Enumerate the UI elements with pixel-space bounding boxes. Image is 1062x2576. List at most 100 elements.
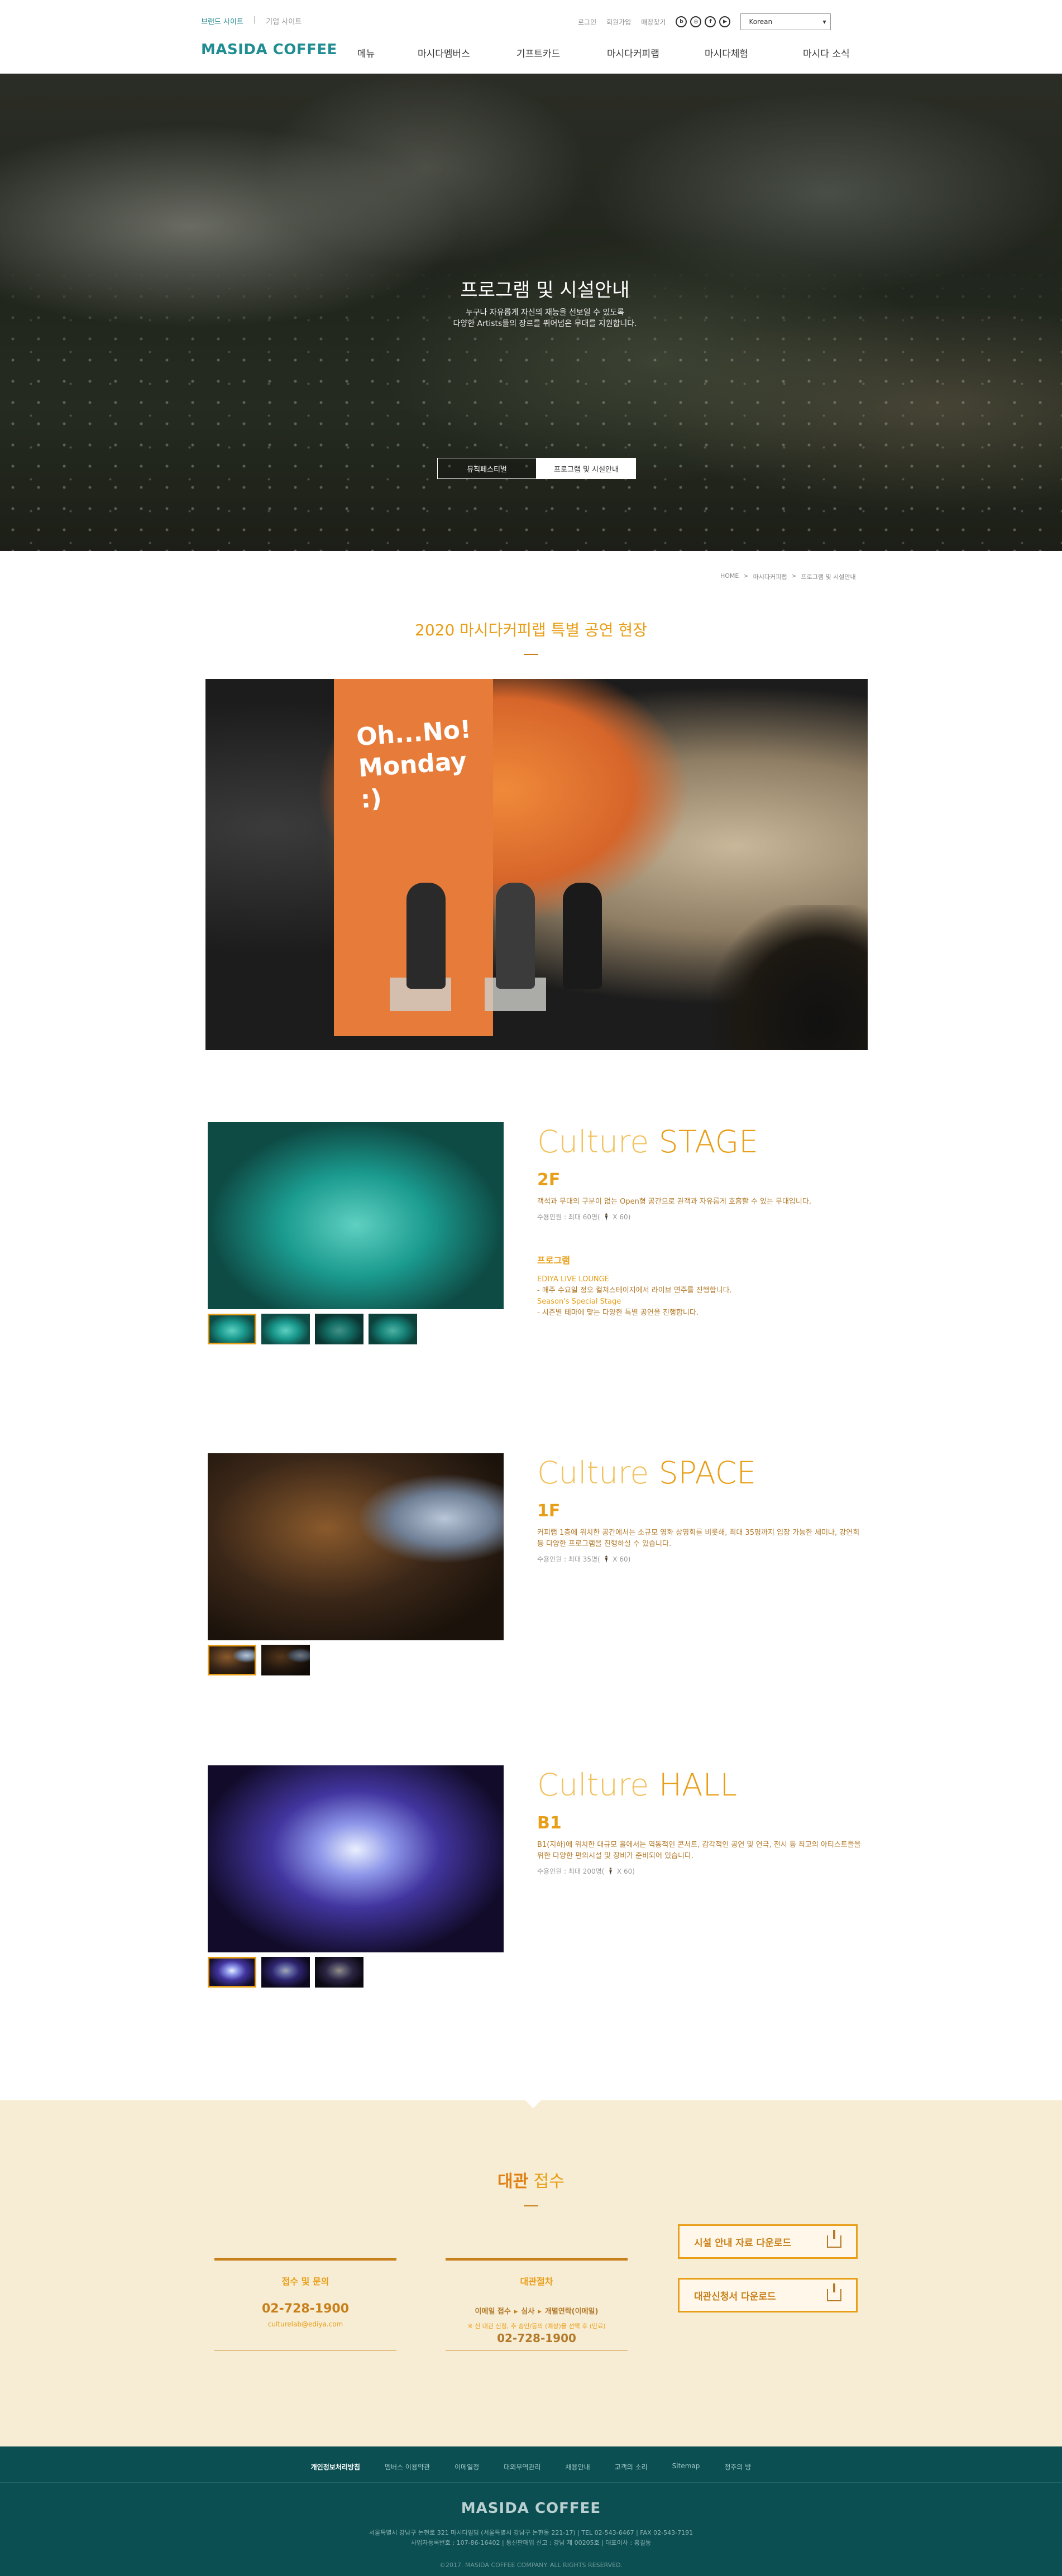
rental-section: 대관 접수 접수 및 문의 02-728-1900 culturelab@edi… <box>0 2100 1062 2446</box>
join-link[interactable]: 회원가입 <box>606 17 631 27</box>
menu-item-experience[interactable]: 마시다체험 <box>705 46 803 60</box>
contact-email[interactable]: culturelab@ediya.com <box>214 2320 396 2328</box>
hero-banner: 프로그램 및 시설안내 누구나 자유롭게 자신의 재능을 선보일 수 있도록 다… <box>0 74 1062 551</box>
footer-nav: 개인정보처리방침 멤버스 이용약관 이메일정 대외무역관리 채용안내 고객의 소… <box>0 2462 1062 2472</box>
venue-thumbnails <box>208 1314 417 1344</box>
thumbnail[interactable] <box>369 1314 417 1344</box>
venue-title: Culture SPACE <box>537 1455 757 1491</box>
program-desc: - 매주 수요일 정오 컬쳐스테이지에서 라이브 연주를 진행합니다. <box>537 1286 732 1295</box>
sns-links: b ◎ f ▶ <box>676 16 731 27</box>
thumbnail[interactable] <box>261 1957 310 1988</box>
banner-text: Oh...No! Monday :) <box>355 715 472 814</box>
global-nav: MASIDA COFFEE 메뉴 마시다멤버스 기프트카드 마시다커피랩 마시다… <box>0 29 1062 74</box>
top-utility-bar: 브랜드 사이트 | 기업 사이트 로그인 회원가입 매장찾기 b ◎ f ▶ K… <box>0 0 1062 30</box>
tab-program-facility[interactable]: 프로그램 및 시설안내 <box>537 458 636 479</box>
footer-link[interactable]: 대외무역관리 <box>504 2462 540 2472</box>
main-menu: 메뉴 마시다멤버스 기프트카드 마시다커피랩 마시다체험 마시다 소식 <box>357 46 850 60</box>
venue-capacity: 수용인원 : 최대 60명( 🕴 X 60) <box>537 1213 631 1221</box>
thumbnail[interactable] <box>208 1645 256 1675</box>
contact-box: 접수 및 문의 02-728-1900 culturelab@ediya.com <box>214 2258 396 2350</box>
language-select[interactable]: Korean ▾ <box>740 13 831 30</box>
thumbnail[interactable] <box>208 1957 256 1988</box>
facebook-icon[interactable]: f <box>705 16 716 27</box>
hero-tabs: 뮤직페스티벌 프로그램 및 시설안내 <box>437 458 636 479</box>
menu-item-news[interactable]: 마시다 소식 <box>803 46 850 60</box>
performer <box>406 883 446 989</box>
footer-link-privacy[interactable]: 개인정보처리방침 <box>311 2462 360 2472</box>
footer-link[interactable]: 이메일정 <box>455 2462 479 2472</box>
footer-link[interactable]: 정주의 방 <box>724 2462 751 2472</box>
venue-capacity: 수용인원 : 최대 200명( 🕴 X 60) <box>537 1868 635 1875</box>
section-header: 2020 마시다커피랩 특별 공연 현장 <box>0 618 1062 655</box>
store-finder-link[interactable]: 매장찾기 <box>641 17 666 27</box>
venue-title: Culture HALL <box>537 1767 737 1803</box>
program-name: Season's Special Stage <box>537 1297 621 1306</box>
footer: 개인정보처리방침 멤버스 이용약관 이메일정 대외무역관리 채용안내 고객의 소… <box>0 2446 1062 2576</box>
hero-title: 프로그램 및 시설안내 <box>460 279 630 301</box>
venue-capacity: 수용인원 : 최대 35명( 🕴 X 60) <box>537 1555 631 1563</box>
audience <box>711 905 868 1050</box>
venue-main-image <box>208 1765 504 1952</box>
logo[interactable]: MASIDA COFFEE <box>201 41 337 58</box>
venue-description: B1(지하)에 위치한 대규모 홀에서는 역동적인 콘서트, 감각적인 공연 및… <box>537 1841 861 1860</box>
thumbnail[interactable] <box>315 1957 363 1988</box>
download-icon <box>827 2283 841 2301</box>
procedure-box: 대관절차 이메일 접수 ▸ 심사 ▸ 개별연락(이메일) ※ 신 대관 신청, 추 승인… <box>446 2258 628 2350</box>
youtube-icon[interactable]: ▶ <box>719 16 731 27</box>
thumbnail[interactable] <box>208 1314 256 1344</box>
instagram-icon[interactable]: ◎ <box>690 16 702 27</box>
rental-title: 대관 접수 <box>497 2172 565 2191</box>
login-link[interactable]: 로그인 <box>578 17 596 27</box>
separator: | <box>253 16 256 24</box>
breadcrumb-home[interactable]: HOME <box>720 572 739 581</box>
facility-guide-download-button[interactable]: 시설 안내 자료 다운로드 <box>678 2224 858 2259</box>
venue-description: 커피랩 1층에 위치한 공간에서는 소규모 영화 상영회를 비롯해, 최대 35… <box>537 1529 860 1548</box>
brand-site-link[interactable]: 브랜드 사이트 <box>201 16 243 26</box>
footer-link-sitemap[interactable]: Sitemap <box>672 2462 700 2472</box>
venue-info: Culture SPACE 1F 커피랩 1층에 위치한 공간에서는 소규모 영… <box>537 1453 867 1564</box>
blog-icon[interactable]: b <box>676 16 687 27</box>
venue-thumbnails <box>208 1957 363 1988</box>
procedure-note: ※ 신 대관 신청, 추 승인/등의 (예상)을 선택 후 (만료) <box>467 2323 606 2330</box>
venue-space: Culture SPACE 1F 커피랩 1층에 위치한 공간에서는 소규모 영… <box>208 1453 867 1682</box>
language-value: Korean <box>749 18 773 26</box>
venue-title: Culture STAGE <box>537 1124 758 1160</box>
thumbnail[interactable] <box>315 1314 363 1344</box>
menu-item-giftcard[interactable]: 기프트카드 <box>516 46 607 60</box>
footer-link-voice[interactable]: 고객의 소리 <box>615 2462 648 2472</box>
section-title: 2020 마시다커피랩 특별 공연 현장 <box>415 621 647 639</box>
thumbnail[interactable] <box>261 1314 310 1344</box>
menu-item-coffeelab[interactable]: 마시다커피랩 <box>607 46 705 60</box>
venue-main-image <box>208 1453 504 1640</box>
venue-floor: 1F <box>537 1501 561 1521</box>
program-list: EDIYA LIVE LOUNGE - 매주 수요일 정오 컬쳐스테이지에서 라… <box>537 1274 867 1319</box>
divider <box>524 2205 538 2206</box>
rental-application-download-button[interactable]: 대관신청서 다운로드 <box>678 2278 858 2312</box>
tab-music-festival[interactable]: 뮤직페스티벌 <box>437 458 537 479</box>
menu-item-members[interactable]: 마시다멤버스 <box>418 46 516 60</box>
breadcrumb-current: 프로그램 및 시설안내 <box>801 573 856 581</box>
download-icon <box>827 2230 841 2248</box>
procedure-phone: 02-728-1900 <box>497 2331 576 2345</box>
performer <box>496 883 535 989</box>
performer <box>563 883 602 989</box>
corporate-site-link[interactable]: 기업 사이트 <box>266 16 302 26</box>
venue-floor: 2F <box>537 1170 561 1190</box>
venue-description: 객석과 무대의 구분이 없는 Open형 공간으로 관객과 자유롭게 호흡할 수… <box>537 1198 811 1206</box>
hero-description: 누구나 자유롭게 자신의 재능을 선보일 수 있도록 다양한 Artists들의… <box>453 308 637 328</box>
breadcrumb-coffeelab[interactable]: 마시다커피랩 <box>753 572 787 581</box>
footer-link-careers[interactable]: 채용안내 <box>565 2462 590 2472</box>
venue-thumbnails <box>208 1645 310 1675</box>
venue-floor: B1 <box>537 1813 562 1833</box>
venue-info: Culture HALL B1 B1(지하)에 위치한 대규모 홀에서는 역동적… <box>537 1765 867 1876</box>
site-switcher: 브랜드 사이트 | 기업 사이트 <box>201 16 302 26</box>
breadcrumb: HOME > 마시다커피랩 > 프로그램 및 시설안내 <box>720 572 856 581</box>
menu-item-menu[interactable]: 메뉴 <box>357 46 418 60</box>
event-photo: Oh...No! Monday :) <box>205 679 868 1050</box>
program-desc: - 시즌별 테마에 맞는 다양한 특별 공연을 진행합니다. <box>537 1309 699 1317</box>
thumbnail[interactable] <box>261 1645 310 1675</box>
program-heading: 프로그램 <box>537 1255 570 1266</box>
procedure-heading: 대관절차 <box>520 2276 553 2287</box>
footer-link-terms[interactable]: 멤버스 이용약관 <box>385 2462 430 2472</box>
contact-heading: 접수 및 문의 <box>281 2276 329 2287</box>
